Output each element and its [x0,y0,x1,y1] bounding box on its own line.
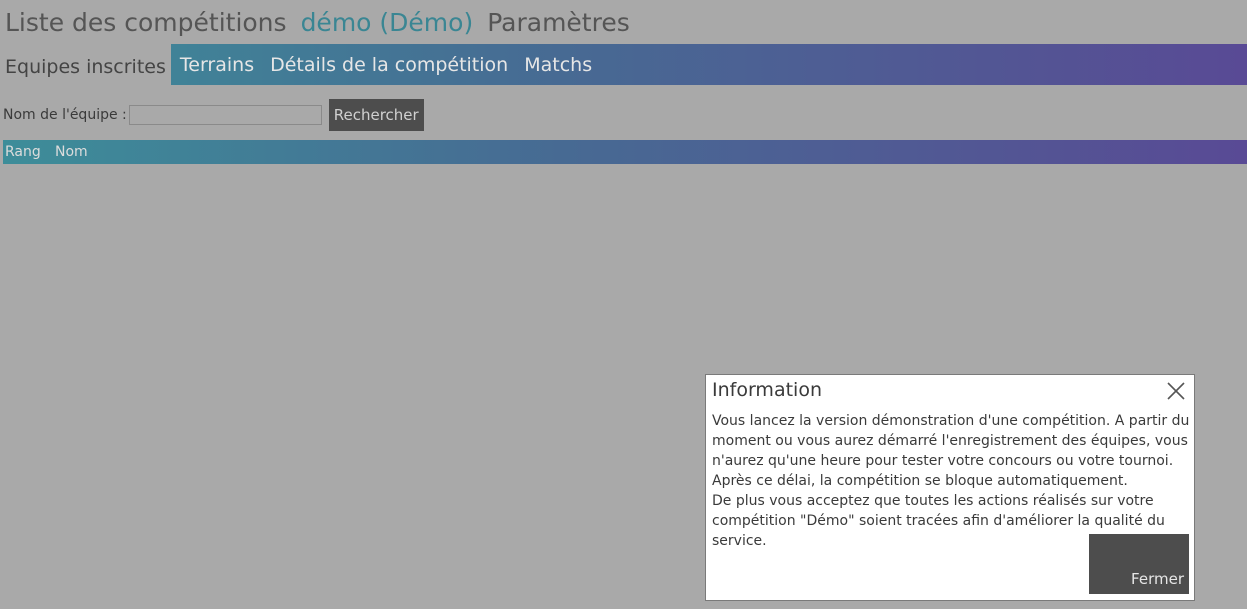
tab-bar: Equipes inscrites Terrains Détails de la… [0,44,1247,85]
dialog-body: Vous lancez la version démonstration d'u… [712,411,1192,551]
page: Liste des compétitions démo (Démo) Param… [0,0,1247,609]
tab-matches[interactable]: Matchs [515,44,599,85]
search-button[interactable]: Rechercher [328,99,424,131]
breadcrumb-current-competition[interactable]: démo (Démo) [301,5,474,41]
search-row: Nom de l'équipe : Rechercher [3,99,424,131]
tab-competition-details[interactable]: Détails de la compétition [261,44,515,85]
close-button[interactable]: Fermer [1089,534,1189,594]
team-name-label: Nom de l'équipe : [3,107,127,123]
table-header: Rang Nom [3,140,1247,164]
column-header-rank[interactable]: Rang [3,144,53,160]
dialog-paragraph: Vous lancez la version démonstration d'u… [712,413,1190,489]
breadcrumb-competitions-list[interactable]: Liste des compétitions [5,5,287,41]
dialog-title: Information [712,379,822,401]
close-icon[interactable] [1166,381,1186,401]
top-header: Liste des compétitions démo (Démo) Param… [5,5,644,41]
breadcrumb-settings[interactable]: Paramètres [487,5,630,41]
information-dialog: Information Vous lancez la version démon… [705,374,1195,601]
column-header-name[interactable]: Nom [53,144,88,160]
team-name-input[interactable] [128,105,322,125]
tab-registered-teams[interactable]: Equipes inscrites [0,44,171,85]
tab-fields[interactable]: Terrains [171,44,261,85]
